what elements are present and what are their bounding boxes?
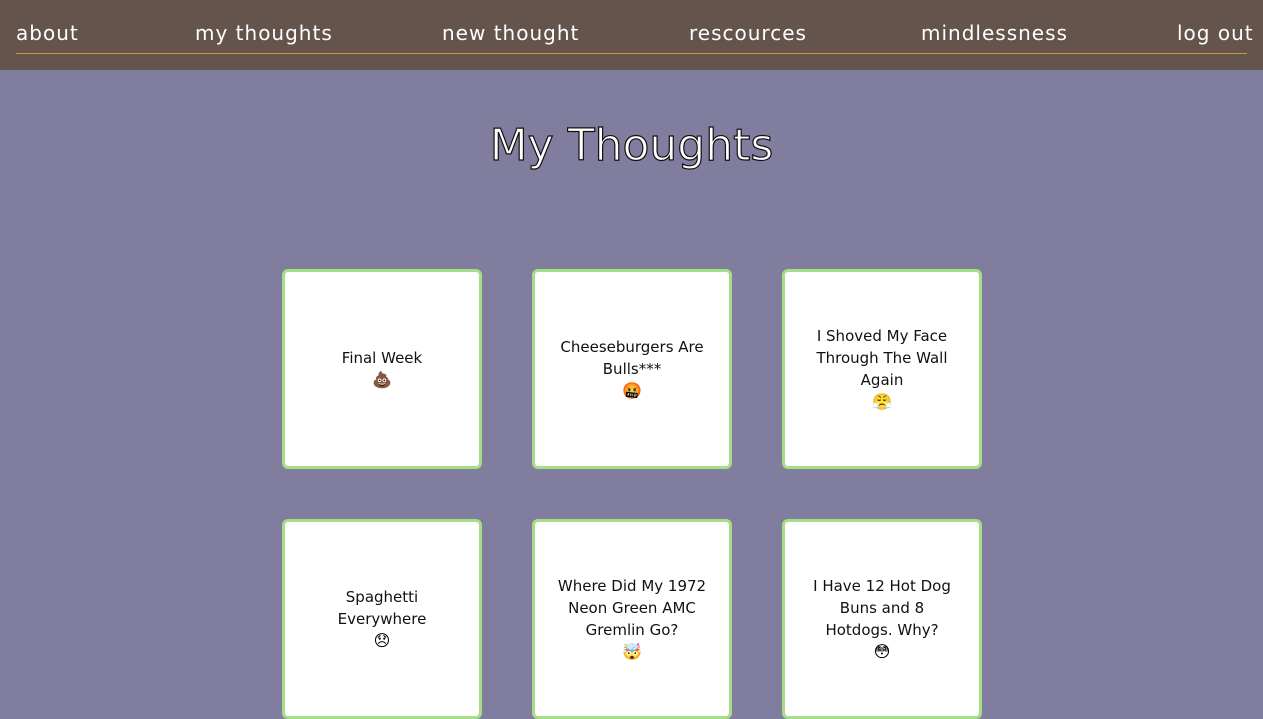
thought-card[interactable]: I Shoved My Face Through The Wall Again … xyxy=(782,269,982,469)
page-title: My Thoughts xyxy=(489,119,774,171)
top-navbar: about my thoughts new thought rescources… xyxy=(0,0,1263,70)
huffing-face-emoji-icon: 😤 xyxy=(872,392,892,411)
nav-link-mindlessness[interactable]: mindlessness xyxy=(921,21,1068,45)
thought-card-title: I Shoved My Face Through The Wall Again xyxy=(816,327,948,389)
thought-card-title: Spaghetti Everywhere xyxy=(337,588,427,628)
nav-link-resources[interactable]: rescources xyxy=(689,21,807,45)
nav-link-about[interactable]: about xyxy=(16,21,79,45)
exploding-head-emoji-icon: 🤯 xyxy=(622,642,642,661)
cursing-face-emoji-icon: 🤬 xyxy=(622,381,642,400)
thought-card-title: I Have 12 Hot Dog Buns and 8 Hotdogs. Wh… xyxy=(813,577,951,639)
poop-emoji-icon: 💩 xyxy=(372,370,392,389)
nav-link-new-thought[interactable]: new thought xyxy=(442,21,579,45)
nav-links: about my thoughts new thought rescources… xyxy=(16,18,1253,54)
thought-card[interactable]: Where Did My 1972 Neon Green AMC Gremlin… xyxy=(532,519,732,719)
nav-link-log-out[interactable]: log out xyxy=(1177,21,1254,45)
thought-card[interactable]: Final Week 💩 xyxy=(282,269,482,469)
thought-card-title: Cheeseburgers Are Bulls*** xyxy=(560,338,704,378)
thought-card-title: Where Did My 1972 Neon Green AMC Gremlin… xyxy=(557,577,707,639)
disappointed-face-emoji-icon: 😞 xyxy=(373,631,391,650)
nav-link-my-thoughts[interactable]: my thoughts xyxy=(195,21,333,45)
thought-card-title: Final Week xyxy=(341,349,423,367)
thought-card[interactable]: Spaghetti Everywhere 😞 xyxy=(282,519,482,719)
thought-card[interactable]: I Have 12 Hot Dog Buns and 8 Hotdogs. Wh… xyxy=(782,519,982,719)
flushed-face-emoji-icon: 😳 xyxy=(873,642,891,661)
thought-card[interactable]: Cheeseburgers Are Bulls*** 🤬 xyxy=(532,269,732,469)
